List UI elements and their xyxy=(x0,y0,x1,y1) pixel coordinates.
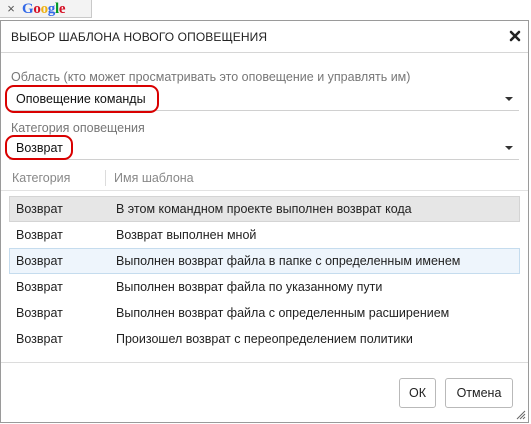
category-select-value: Возврат xyxy=(16,141,63,155)
scope-select-value: Оповещение команды xyxy=(16,92,146,106)
row-template-name: Возврат выполнен мной xyxy=(116,228,257,242)
column-divider[interactable] xyxy=(105,170,106,186)
browser-tab-strip: × Google xyxy=(0,0,531,20)
row-category: Возврат xyxy=(16,332,63,346)
row-category: Возврат xyxy=(16,306,63,320)
table-row[interactable]: Возврат Выполнен возврат файла с определе… xyxy=(9,300,520,326)
table-row[interactable]: Возврат Произошел возврат с переопределен… xyxy=(9,326,520,352)
table-row[interactable]: Возврат Выполнен возврат файла по указанн… xyxy=(9,274,520,300)
table-row[interactable]: Возврат В этом командном проекте выполнен… xyxy=(9,196,520,222)
ok-button[interactable]: ОК xyxy=(399,378,436,408)
row-template-name: Выполнен возврат файла в папке с определ… xyxy=(116,254,461,268)
tab-close-icon[interactable]: × xyxy=(0,1,22,17)
chevron-down-icon[interactable] xyxy=(505,146,513,150)
table-row[interactable]: Возврат Выполнен возврат файла в папке с … xyxy=(9,248,520,274)
resize-grip-icon[interactable] xyxy=(515,409,526,420)
close-icon[interactable] xyxy=(508,29,522,43)
google-logo: Google xyxy=(22,0,66,17)
row-template-name: Произошел возврат с переопределением пол… xyxy=(116,332,413,346)
new-alert-template-dialog: ВЫБОР ШАБЛОНА НОВОГО ОПОВЕЩЕНИЯ Область … xyxy=(0,20,529,423)
row-template-name: В этом командном проекте выполнен возвра… xyxy=(116,202,412,216)
scope-label: Область (кто может просматривать это опо… xyxy=(11,70,411,84)
category-label: Категория оповещения xyxy=(11,121,145,135)
dialog-header: ВЫБОР ШАБЛОНА НОВОГО ОПОВЕЩЕНИЯ xyxy=(1,21,528,53)
row-category: Возврат xyxy=(16,202,63,216)
row-category: Возврат xyxy=(16,228,63,242)
scope-select[interactable]: Оповещение команды xyxy=(9,88,519,111)
column-header-template-name[interactable]: Имя шаблона xyxy=(114,171,194,185)
category-select[interactable]: Возврат xyxy=(9,137,519,160)
cancel-button[interactable]: Отмена xyxy=(445,378,513,408)
browser-tab[interactable]: × Google xyxy=(0,0,92,18)
template-list-header: Категория Имя шаблона xyxy=(1,167,528,191)
footer-divider xyxy=(1,362,528,363)
row-template-name: Выполнен возврат файла по указанному пут… xyxy=(116,280,383,294)
row-category: Возврат xyxy=(16,280,63,294)
row-category: Возврат xyxy=(16,254,63,268)
row-template-name: Выполнен возврат файла с определенным ра… xyxy=(116,306,450,320)
template-list: Возврат В этом командном проекте выполнен… xyxy=(9,196,520,352)
table-row[interactable]: Возврат Возврат выполнен мной xyxy=(9,222,520,248)
dialog-title: ВЫБОР ШАБЛОНА НОВОГО ОПОВЕЩЕНИЯ xyxy=(11,30,268,44)
chevron-down-icon[interactable] xyxy=(505,97,513,101)
column-header-category[interactable]: Категория xyxy=(12,171,70,185)
